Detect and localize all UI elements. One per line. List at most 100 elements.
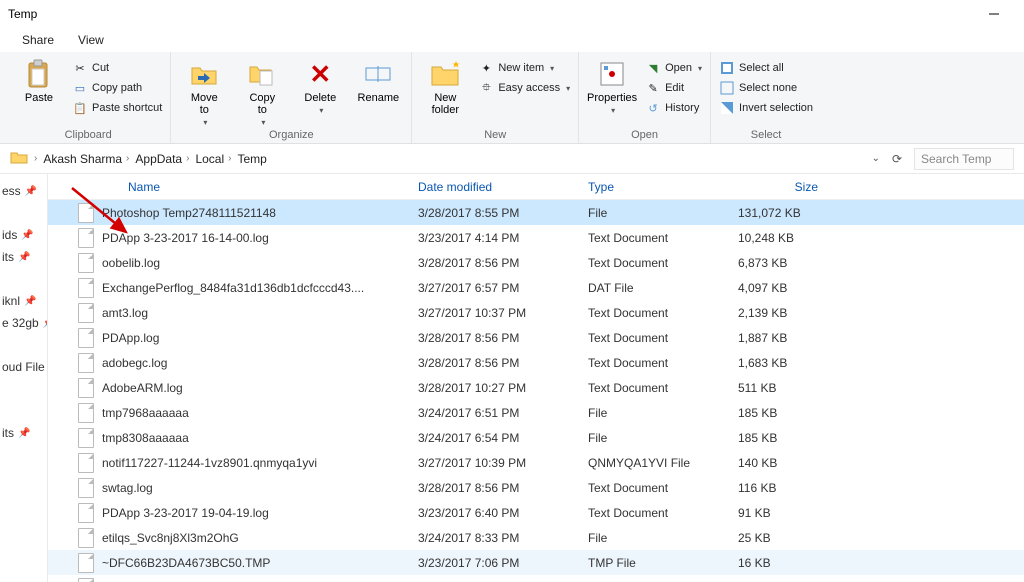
properties-button[interactable]: Properties ▾ bbox=[587, 54, 637, 127]
history-button[interactable]: ↺ History bbox=[645, 100, 702, 116]
tab-share[interactable]: Share bbox=[22, 33, 54, 47]
file-name: oobelib.log bbox=[102, 256, 160, 270]
col-size[interactable]: Size bbox=[738, 174, 838, 199]
file-date: 3/28/2017 10:27 PM bbox=[418, 381, 588, 395]
address-bar[interactable]: › Akash Sharma› AppData› Local› Temp ⌄ ⟳… bbox=[0, 144, 1024, 174]
rename-label: Rename bbox=[358, 92, 400, 104]
invert-icon bbox=[719, 100, 735, 116]
new-folder-button[interactable]: New folder bbox=[420, 54, 470, 127]
select-all-button[interactable]: Select all bbox=[719, 60, 813, 76]
file-size: 131,072 KB bbox=[738, 206, 838, 220]
open-button[interactable]: ◥ Open ▾ bbox=[645, 60, 702, 76]
easy-access-button[interactable]: ⯐ Easy access ▾ bbox=[478, 80, 570, 96]
file-name: ExchangePerflog_8484fa31d136db1dcfcccd43… bbox=[102, 281, 364, 295]
sidebar-item[interactable]: its📌 bbox=[0, 246, 47, 268]
rename-button[interactable]: Rename bbox=[353, 54, 403, 127]
file-name: notif117227-11244-1vz8901.qnmyqa1yvi bbox=[102, 456, 317, 470]
file-name: adobegc.log bbox=[102, 356, 167, 370]
pin-icon: 📌 bbox=[21, 230, 33, 241]
select-none-button[interactable]: Select none bbox=[719, 80, 813, 96]
file-row[interactable]: notif117227-11244-1vz8901.qnmyqa1yvi 3/27… bbox=[48, 450, 1024, 475]
file-type: Text Document bbox=[588, 506, 738, 520]
file-size: 91 KB bbox=[738, 506, 838, 520]
file-date: 3/27/2017 10:39 PM bbox=[418, 456, 588, 470]
file-row[interactable]: adobegc.log3/28/2017 8:56 PMText Documen… bbox=[48, 350, 1024, 375]
file-row[interactable]: oobelib.log3/28/2017 8:56 PMText Documen… bbox=[48, 250, 1024, 275]
file-date: 3/23/2017 4:14 PM bbox=[418, 231, 588, 245]
clipboard-icon bbox=[23, 58, 55, 90]
file-icon bbox=[78, 578, 94, 582]
delete-button[interactable]: ✕ Delete ▾ bbox=[295, 54, 345, 127]
copy-to-button[interactable]: Copy to ▾ bbox=[237, 54, 287, 127]
file-row[interactable]: tmp8308aaaaaa3/24/2017 6:54 PMFile185 KB bbox=[48, 425, 1024, 450]
breadcrumb-segment[interactable]: AppData› bbox=[135, 152, 189, 166]
ribbon-tabs: Share View bbox=[0, 28, 1024, 52]
window-title: Temp bbox=[8, 7, 37, 21]
file-row[interactable]: swtag.log3/28/2017 8:56 PMText Document1… bbox=[48, 475, 1024, 500]
delete-label: Delete bbox=[304, 92, 336, 104]
file-name: tmp7968aaaaaa bbox=[102, 406, 189, 420]
file-row[interactable]: Photoshop Temp27481115211483/28/2017 8:5… bbox=[48, 200, 1024, 225]
sidebar-item[interactable]: oud File📌 bbox=[0, 356, 47, 378]
file-row[interactable]: amt3.log3/27/2017 10:37 PMText Document2… bbox=[48, 300, 1024, 325]
breadcrumb-segment[interactable]: Local› bbox=[195, 152, 231, 166]
col-name[interactable]: Name bbox=[78, 174, 418, 199]
pin-icon: 📌 bbox=[18, 428, 30, 439]
file-row[interactable]: ~DFC66B23DA4673BC50.TMP3/23/2017 7:06 PM… bbox=[48, 550, 1024, 575]
cut-button[interactable]: ✂ Cut bbox=[72, 60, 162, 76]
edit-button[interactable]: ✎ Edit bbox=[645, 80, 702, 96]
new-item-button[interactable]: ✦ New item ▾ bbox=[478, 60, 570, 76]
paste-shortcut-button[interactable]: 📋 Paste shortcut bbox=[72, 100, 162, 116]
sidebar-item[interactable]: its📌 bbox=[0, 422, 47, 444]
sidebar-item[interactable]: iknl📌 bbox=[0, 290, 47, 312]
breadcrumb-segment[interactable]: Akash Sharma› bbox=[43, 152, 129, 166]
pin-icon: 📌 bbox=[18, 252, 30, 263]
sidebar-item[interactable] bbox=[0, 202, 47, 224]
file-date: 3/24/2017 6:54 PM bbox=[418, 431, 588, 445]
file-row[interactable]: PDApp 3-23-2017 16-14-00.log3/23/2017 4:… bbox=[48, 225, 1024, 250]
breadcrumb-segment[interactable]: Temp bbox=[237, 152, 266, 166]
easy-access-icon: ⯐ bbox=[478, 80, 494, 96]
sidebar-item[interactable]: e 32gb📌 bbox=[0, 312, 47, 334]
file-row[interactable]: ExchangePerflog_8484fa31d136db1dcfcccd43… bbox=[48, 275, 1024, 300]
file-type: File bbox=[588, 431, 738, 445]
file-type: Text Document bbox=[588, 306, 738, 320]
sidebar-item[interactable]: ids📌 bbox=[0, 224, 47, 246]
file-row[interactable]: tmp7968aaaaaa3/24/2017 6:51 PMFile185 KB bbox=[48, 400, 1024, 425]
file-row[interactable]: etilqs_Svc8nj8Xl3m2OhG3/24/2017 8:33 PMF… bbox=[48, 525, 1024, 550]
scissors-icon: ✂ bbox=[72, 60, 88, 76]
file-type: TMP File bbox=[588, 556, 738, 570]
tab-view[interactable]: View bbox=[78, 33, 104, 47]
col-date[interactable]: Date modified bbox=[418, 174, 588, 199]
chevron-down-icon: ▾ bbox=[550, 64, 554, 73]
invert-selection-button[interactable]: Invert selection bbox=[719, 100, 813, 116]
search-input[interactable]: Search Temp bbox=[914, 148, 1014, 170]
refresh-button[interactable]: ⟳ bbox=[886, 148, 908, 170]
paste-button[interactable]: Paste bbox=[14, 54, 64, 127]
group-open: Properties ▾ ◥ Open ▾ ✎ Edit ↺ History bbox=[579, 52, 711, 143]
chevron-right-icon[interactable]: › bbox=[34, 153, 37, 164]
nav-pane[interactable]: ess📌ids📌its📌iknl📌e 32gb📌oud File📌its📌 bbox=[0, 174, 48, 582]
address-dropdown-icon[interactable]: ⌄ bbox=[872, 153, 880, 164]
sidebar-item[interactable] bbox=[0, 400, 47, 422]
sidebar-item[interactable] bbox=[0, 334, 47, 356]
col-type[interactable]: Type bbox=[588, 174, 738, 199]
file-row[interactable]: AdobeARM.log3/28/2017 10:27 PMText Docum… bbox=[48, 375, 1024, 400]
file-name: swtag.log bbox=[102, 481, 153, 495]
sidebar-item[interactable]: ess📌 bbox=[0, 180, 47, 202]
file-name: amt3.log bbox=[102, 306, 148, 320]
move-to-button[interactable]: Move to ▾ bbox=[179, 54, 229, 127]
select-none-icon bbox=[719, 80, 735, 96]
minimize-button[interactable] bbox=[971, 0, 1016, 28]
column-headers[interactable]: Name Date modified Type Size bbox=[48, 174, 1024, 200]
sidebar-item[interactable] bbox=[0, 268, 47, 290]
file-row[interactable]: PDApp 3-23-2017 19-04-19.log3/23/2017 6:… bbox=[48, 500, 1024, 525]
file-icon bbox=[78, 253, 94, 273]
file-row[interactable]: etilqs_vxrand0tCfeOPbD3/27/2017 10:37 PM… bbox=[48, 575, 1024, 582]
file-row[interactable]: PDApp.log3/28/2017 8:56 PMText Document1… bbox=[48, 325, 1024, 350]
file-name: ~DFC66B23DA4673BC50.TMP bbox=[102, 556, 270, 570]
file-icon bbox=[78, 403, 94, 423]
copy-path-button[interactable]: ▭ Copy path bbox=[72, 80, 162, 96]
group-new: New folder ✦ New item ▾ ⯐ Easy access ▾ … bbox=[412, 52, 579, 143]
sidebar-item[interactable] bbox=[0, 378, 47, 400]
